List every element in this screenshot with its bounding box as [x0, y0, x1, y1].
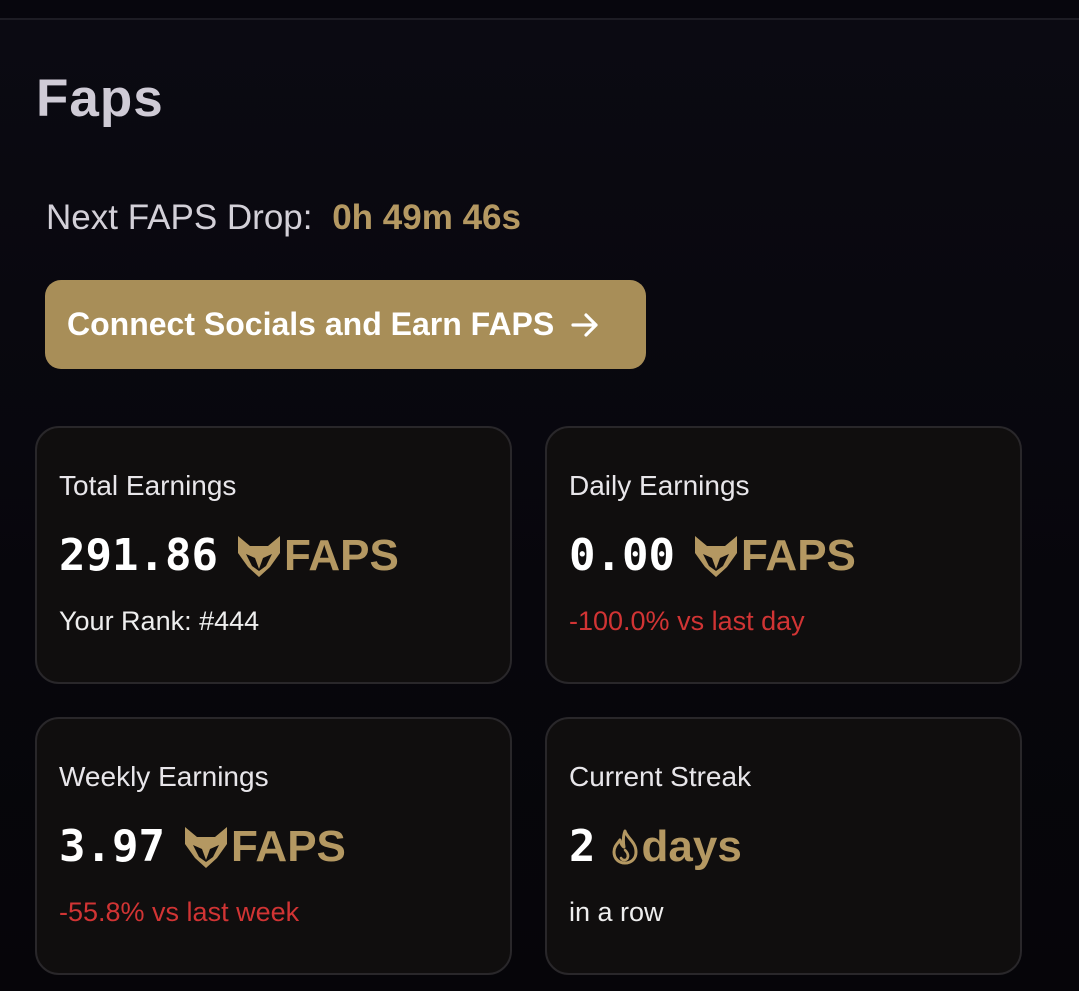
daily-earnings-value-row: 0.00 FAPS — [569, 530, 856, 581]
daily-earnings-label: Daily Earnings — [569, 470, 750, 501]
fox-head-icon — [236, 533, 282, 579]
total-earnings-value: 291.86 — [59, 530, 218, 581]
current-streak-value-row: 2 days — [569, 821, 742, 872]
current-streak-unit: days — [641, 821, 742, 871]
weekly-earnings-label: Weekly Earnings — [59, 761, 269, 792]
connect-socials-label: Connect Socials and Earn FAPS — [67, 306, 555, 342]
next-drop-row: Next FAPS Drop: 0h 49m 46s — [46, 198, 521, 238]
daily-earnings-card: Daily Earnings 0.00 FAPS -100.0% vs last… — [545, 426, 1022, 684]
weekly-earnings-value-row: 3.97 FAPS — [59, 821, 346, 872]
rank-text: Your Rank: #444 — [59, 606, 260, 636]
daily-earnings-unit: FAPS — [740, 530, 856, 580]
fox-head-icon — [183, 824, 229, 870]
weekly-change-text: -55.8% vs last week — [59, 897, 300, 927]
weekly-earnings-card: Weekly Earnings 3.97 FAPS -55.8% vs last… — [35, 717, 512, 975]
connect-socials-button[interactable]: Connect Socials and Earn FAPS — [45, 280, 646, 369]
total-earnings-value-row: 291.86 FAPS — [59, 530, 399, 581]
daily-change-text: -100.0% vs last day — [569, 606, 805, 636]
total-earnings-unit: FAPS — [283, 530, 399, 580]
top-bar — [0, 0, 1079, 20]
streak-sub-text: in a row — [569, 897, 664, 927]
page-title: Faps — [36, 69, 164, 128]
total-earnings-label: Total Earnings — [59, 470, 237, 501]
current-streak-value: 2 — [569, 821, 596, 872]
flame-icon — [610, 828, 640, 866]
current-streak-label: Current Streak — [569, 761, 752, 792]
weekly-earnings-value: 3.97 — [59, 821, 165, 872]
daily-earnings-value: 0.00 — [569, 530, 675, 581]
current-streak-card: Current Streak 2 days in a row — [545, 717, 1022, 975]
next-drop-label: Next FAPS Drop: — [46, 198, 313, 237]
weekly-earnings-unit: FAPS — [230, 821, 346, 871]
fox-head-icon — [693, 533, 739, 579]
total-earnings-card: Total Earnings 291.86 FAPS Your Rank: #4… — [35, 426, 512, 684]
arrow-right-icon — [568, 308, 602, 342]
next-drop-timer: 0h 49m 46s — [332, 198, 521, 237]
